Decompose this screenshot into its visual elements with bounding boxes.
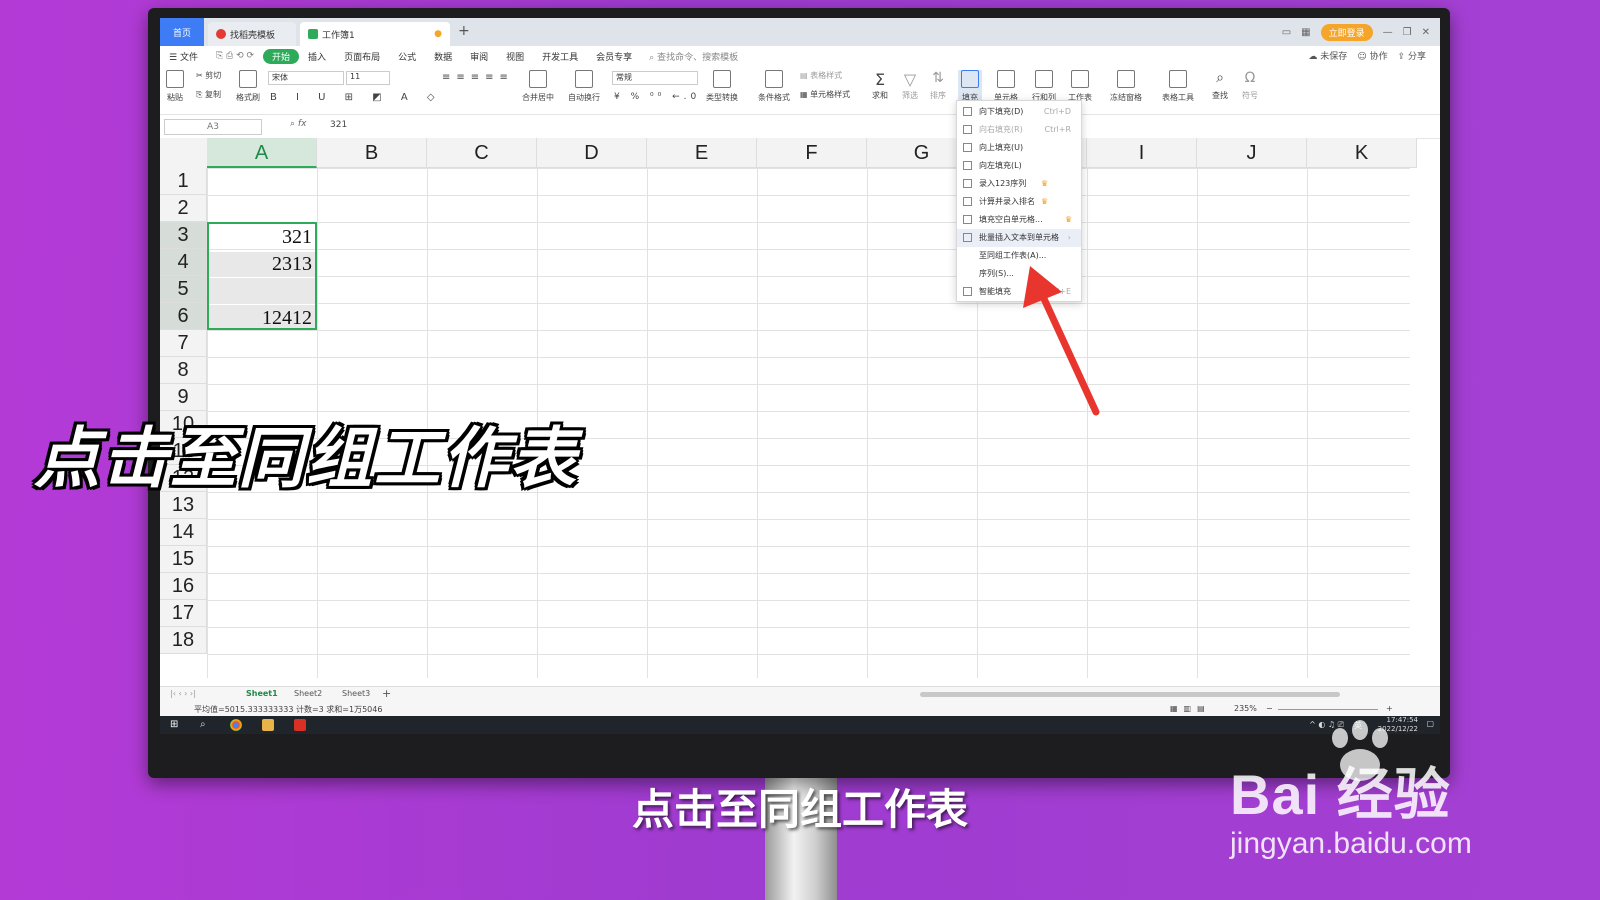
watermark-url: jingyan.baidu.com: [1230, 827, 1472, 860]
watermark-brand: Bai 经验: [1230, 763, 1451, 826]
arrow-shaft: [1036, 286, 1100, 416]
tutorial-caption: 点击至同组工作表: [34, 420, 578, 497]
baidu-watermark: Bai 经验 jingyan.baidu.com: [1230, 750, 1472, 861]
